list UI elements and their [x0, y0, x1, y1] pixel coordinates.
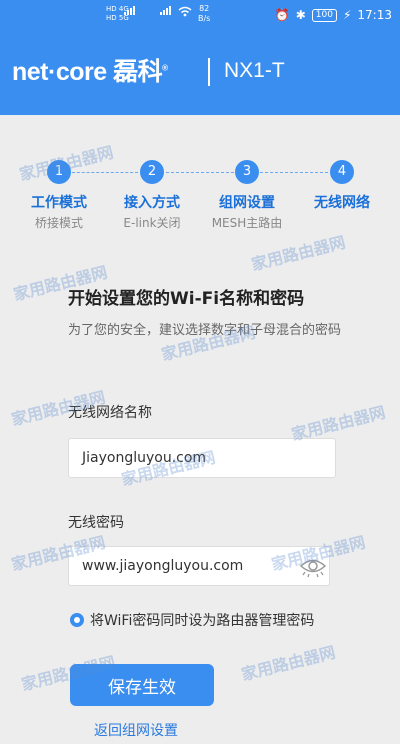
password-input[interactable]: www.jiayongluyou.com [68, 546, 330, 586]
ssid-label: 无线网络名称 [68, 405, 152, 421]
step-subtitle: MESH主路由 [211, 216, 283, 230]
step-title: 组网设置 [219, 195, 275, 211]
app-header: net·core 磊科® NX1-T [0, 32, 400, 115]
step-3[interactable]: 3 组网设置 MESH主路由 [197, 160, 297, 231]
charging-icon: ⚡ [342, 8, 352, 22]
watermark: 家用路由器网 [239, 642, 338, 685]
registered-mark: ® [162, 63, 168, 73]
step-2[interactable]: 2 接入方式 E-link关闭 [102, 160, 202, 231]
setup-steps: 1 工作模式 桥接模式 2 接入方式 E-link关闭 3 组网设置 MESH主… [0, 160, 400, 240]
signal-label-2: HD 5G [106, 14, 129, 22]
battery-icon: 100 [311, 8, 337, 22]
step-subtitle: 桥接模式 [34, 216, 83, 230]
step-number: 3 [235, 160, 259, 184]
sync-password-radio[interactable] [70, 613, 84, 627]
sync-password-option[interactable]: 将WiFi密码同时设为路由器管理密码 [70, 610, 314, 630]
password-label: 无线密码 [68, 515, 124, 531]
wifi-icon [178, 6, 192, 17]
step-subtitle: E-link关闭 [123, 216, 181, 230]
cell-signal-icon [124, 6, 135, 15]
bluetooth-icon: ✱ [295, 8, 306, 22]
clock: 17:13 [357, 8, 392, 22]
brand-name: net·core [12, 58, 107, 86]
form-description: 为了您的安全，建议选择数字和子母混合的密码 [68, 323, 342, 338]
header-divider [208, 58, 210, 86]
net-speed-value: 82 [199, 4, 210, 13]
ssid-input[interactable]: Jiayongluyou.com [68, 438, 336, 478]
status-right: ⏰ ✱ 100 ⚡ 17:13 [275, 8, 392, 22]
step-4[interactable]: 4 无线网络 [292, 160, 392, 214]
step-title: 接入方式 [124, 195, 180, 211]
status-bar: HD 4G HD 5G 82 B/s ⏰ ✱ 100 ⚡ 17:13 [0, 0, 400, 32]
brand-name-cn: 磊科 [113, 58, 163, 86]
device-model: NX1-T [224, 59, 285, 82]
show-password-icon[interactable] [298, 550, 328, 582]
form-title: 开始设置您的Wi-Fi名称和密码 [68, 289, 305, 309]
cell-signal-icon-2 [160, 6, 171, 15]
save-button[interactable]: 保存生效 [70, 664, 214, 706]
net-speed: 82 B/s [198, 4, 210, 24]
step-title: 工作模式 [31, 195, 87, 211]
back-link[interactable]: 返回组网设置 [94, 720, 178, 740]
step-1[interactable]: 1 工作模式 桥接模式 [9, 160, 109, 231]
net-speed-unit: B/s [198, 14, 211, 23]
step-number: 2 [140, 160, 164, 184]
step-title: 无线网络 [314, 195, 370, 211]
alarm-icon: ⏰ [274, 8, 290, 22]
brand-logo: net·core 磊科® [12, 52, 168, 88]
step-number: 1 [47, 160, 71, 184]
sync-password-label: 将WiFi密码同时设为路由器管理密码 [90, 613, 315, 629]
step-number: 4 [330, 160, 354, 184]
